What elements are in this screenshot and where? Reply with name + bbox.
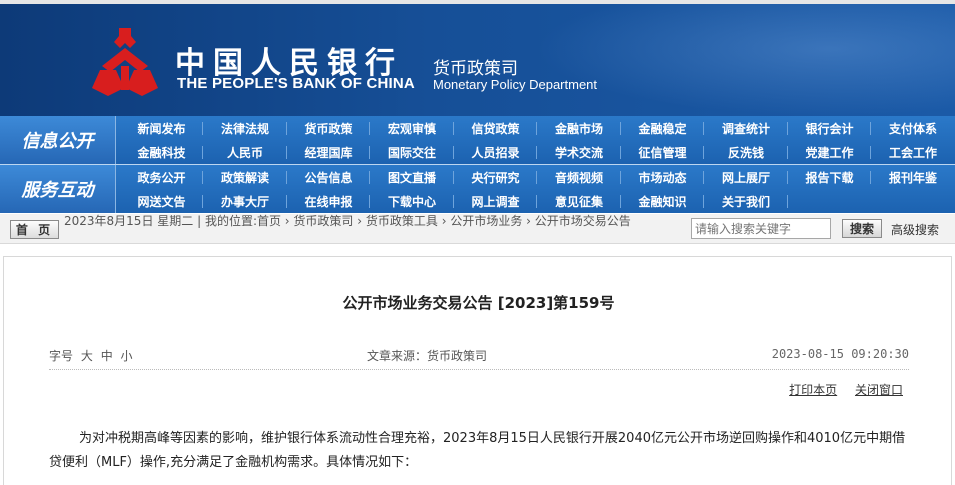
nav-item-info-18[interactable]: 党建工作: [788, 140, 871, 164]
font-size-switcher: 字号 大 中 小: [49, 347, 133, 364]
advanced-search-link[interactable]: 高级搜索: [891, 221, 939, 238]
meta-divider: [49, 369, 909, 370]
breadcrumb-bar: 首 页 2023年8月15日 星期二 | 我的位置:首页 › 货币政策司 › 货…: [0, 214, 955, 244]
nav-item-service-8[interactable]: 报告下载: [788, 165, 871, 189]
nav-item-service-4[interactable]: 央行研究: [454, 165, 537, 189]
nav-row-info: 信息公开 新闻发布 法律法规 货币政策 宏观审慎 信贷政策 金融市场 金融稳定 调查统计 银行会…: [0, 116, 955, 164]
nav-item-service-13[interactable]: 下载中心: [371, 189, 454, 213]
breadcrumb-item-monetary-policy-dept[interactable]: 货币政策司: [293, 214, 353, 228]
article-title: 公开市场业务交易公告 [2023]第159号: [342, 294, 615, 312]
pboc-logo-icon[interactable]: [90, 26, 160, 98]
nav-item-info-3[interactable]: 宏观审慎: [371, 116, 454, 140]
nav-item-service-0[interactable]: 政务公开: [120, 165, 203, 189]
nav-item-service-12[interactable]: 在线申报: [287, 189, 370, 213]
article-body: 为对冲税期高峰等因素的影响，维护银行体系流动性合理充裕，2023年8月15日人民…: [49, 431, 906, 470]
search-button[interactable]: 搜索: [842, 219, 882, 238]
close-window-link[interactable]: 关闭窗口: [855, 383, 903, 397]
nav-item-service-15[interactable]: 意见征集: [538, 189, 621, 213]
nav-row-service: 服务互动 政务公开 政策解读 公告信息 图文直播 央行研究 音频视频 市场动态 网上展厅 报告下…: [0, 165, 955, 213]
nav-section-service[interactable]: 服务互动: [0, 165, 116, 213]
nav-item-info-9[interactable]: 支付体系: [872, 116, 955, 140]
nav-grid-service: 政务公开 政策解读 公告信息 图文直播 央行研究 音频视频 市场动态 网上展厅 报告下载 报刊年鉴…: [120, 165, 955, 213]
banner-highlight: [535, 4, 955, 116]
font-size-large[interactable]: 大: [81, 349, 93, 363]
article-panel: 公开市场业务交易公告 [2023]第159号 字号 大 中 小 文章来源：货币政…: [3, 256, 952, 485]
nav-item-service-2[interactable]: 公告信息: [287, 165, 370, 189]
nav-item-info-13[interactable]: 国际交往: [371, 140, 454, 164]
article-source: 文章来源：货币政策司: [367, 349, 488, 363]
nav-item-info-8[interactable]: 银行会计: [788, 116, 871, 140]
nav-item-service-14[interactable]: 网上调查: [454, 189, 537, 213]
nav-item-service-1[interactable]: 政策解读: [204, 165, 287, 189]
nav-item-info-15[interactable]: 学术交流: [538, 140, 621, 164]
font-size-small[interactable]: 小: [121, 349, 133, 363]
main-navigation: 信息公开 新闻发布 法律法规 货币政策 宏观审慎 信贷政策 金融市场 金融稳定 调查统计 银行会…: [0, 116, 955, 214]
nav-item-service-17[interactable]: 关于我们: [705, 189, 788, 213]
nav-item-info-19[interactable]: 工会工作: [872, 140, 955, 164]
nav-item-info-5[interactable]: 金融市场: [538, 116, 621, 140]
nav-item-info-0[interactable]: 新闻发布: [120, 116, 203, 140]
breadcrumb: 2023年8月15日 星期二 | 我的位置:首页 › 货币政策司 › 货币政策工…: [64, 214, 631, 228]
font-size-medium[interactable]: 中: [101, 349, 113, 363]
nav-item-info-7[interactable]: 调查统计: [705, 116, 788, 140]
nav-item-service-10[interactable]: 网送文告: [120, 189, 203, 213]
breadcrumb-location[interactable]: 我的位置:首页: [205, 214, 281, 228]
font-size-label: 字号: [49, 349, 74, 363]
breadcrumb-item-open-market[interactable]: 公开市场业务: [450, 214, 522, 228]
department-name-en: Monetary Policy Department: [433, 77, 598, 92]
home-button[interactable]: 首 页: [10, 220, 59, 239]
site-banner: 中国人民银行 THE PEOPLE'S BANK OF CHINA 货币政策司 …: [0, 4, 955, 116]
nav-item-info-14[interactable]: 人员招录: [454, 140, 537, 164]
breadcrumb-item-announcements[interactable]: 公开市场交易公告: [535, 214, 631, 228]
nav-item-service-11[interactable]: 办事大厅: [204, 189, 287, 213]
nav-item-service-6[interactable]: 市场动态: [621, 165, 704, 189]
nav-item-info-11[interactable]: 人民币: [204, 140, 287, 164]
site-name-en: THE PEOPLE'S BANK OF CHINA: [177, 75, 415, 92]
search-input[interactable]: [691, 218, 831, 239]
print-page-link[interactable]: 打印本页: [789, 383, 837, 397]
nav-item-info-4[interactable]: 信贷政策: [454, 116, 537, 140]
nav-item-service-7[interactable]: 网上展厅: [705, 165, 788, 189]
nav-item-info-16[interactable]: 征信管理: [621, 140, 704, 164]
nav-grid-info: 新闻发布 法律法规 货币政策 宏观审慎 信贷政策 金融市场 金融稳定 调查统计 银行会计 支付体系…: [120, 116, 955, 164]
nav-item-service-9[interactable]: 报刊年鉴: [872, 165, 955, 189]
nav-item-service-5[interactable]: 音频视频: [538, 165, 621, 189]
publish-datetime: 2023-08-15 09:20:30: [771, 347, 909, 361]
breadcrumb-item-policy-tools[interactable]: 货币政策工具: [366, 214, 438, 228]
nav-item-info-1[interactable]: 法律法规: [204, 116, 287, 140]
nav-item-service-3[interactable]: 图文直播: [371, 165, 454, 189]
nav-item-info-12[interactable]: 经理国库: [287, 140, 370, 164]
current-date: 2023年8月15日 星期二: [64, 214, 194, 228]
nav-item-info-10[interactable]: 金融科技: [120, 140, 203, 164]
nav-item-info-17[interactable]: 反洗钱: [705, 140, 788, 164]
nav-section-info-public[interactable]: 信息公开: [0, 116, 116, 164]
nav-item-service-16[interactable]: 金融知识: [621, 189, 704, 213]
article-tools: 打印本页 关闭窗口: [775, 381, 903, 398]
nav-item-info-2[interactable]: 货币政策: [287, 116, 370, 140]
department-name-cn: 货币政策司: [433, 59, 518, 79]
nav-item-info-6[interactable]: 金融稳定: [621, 116, 704, 140]
